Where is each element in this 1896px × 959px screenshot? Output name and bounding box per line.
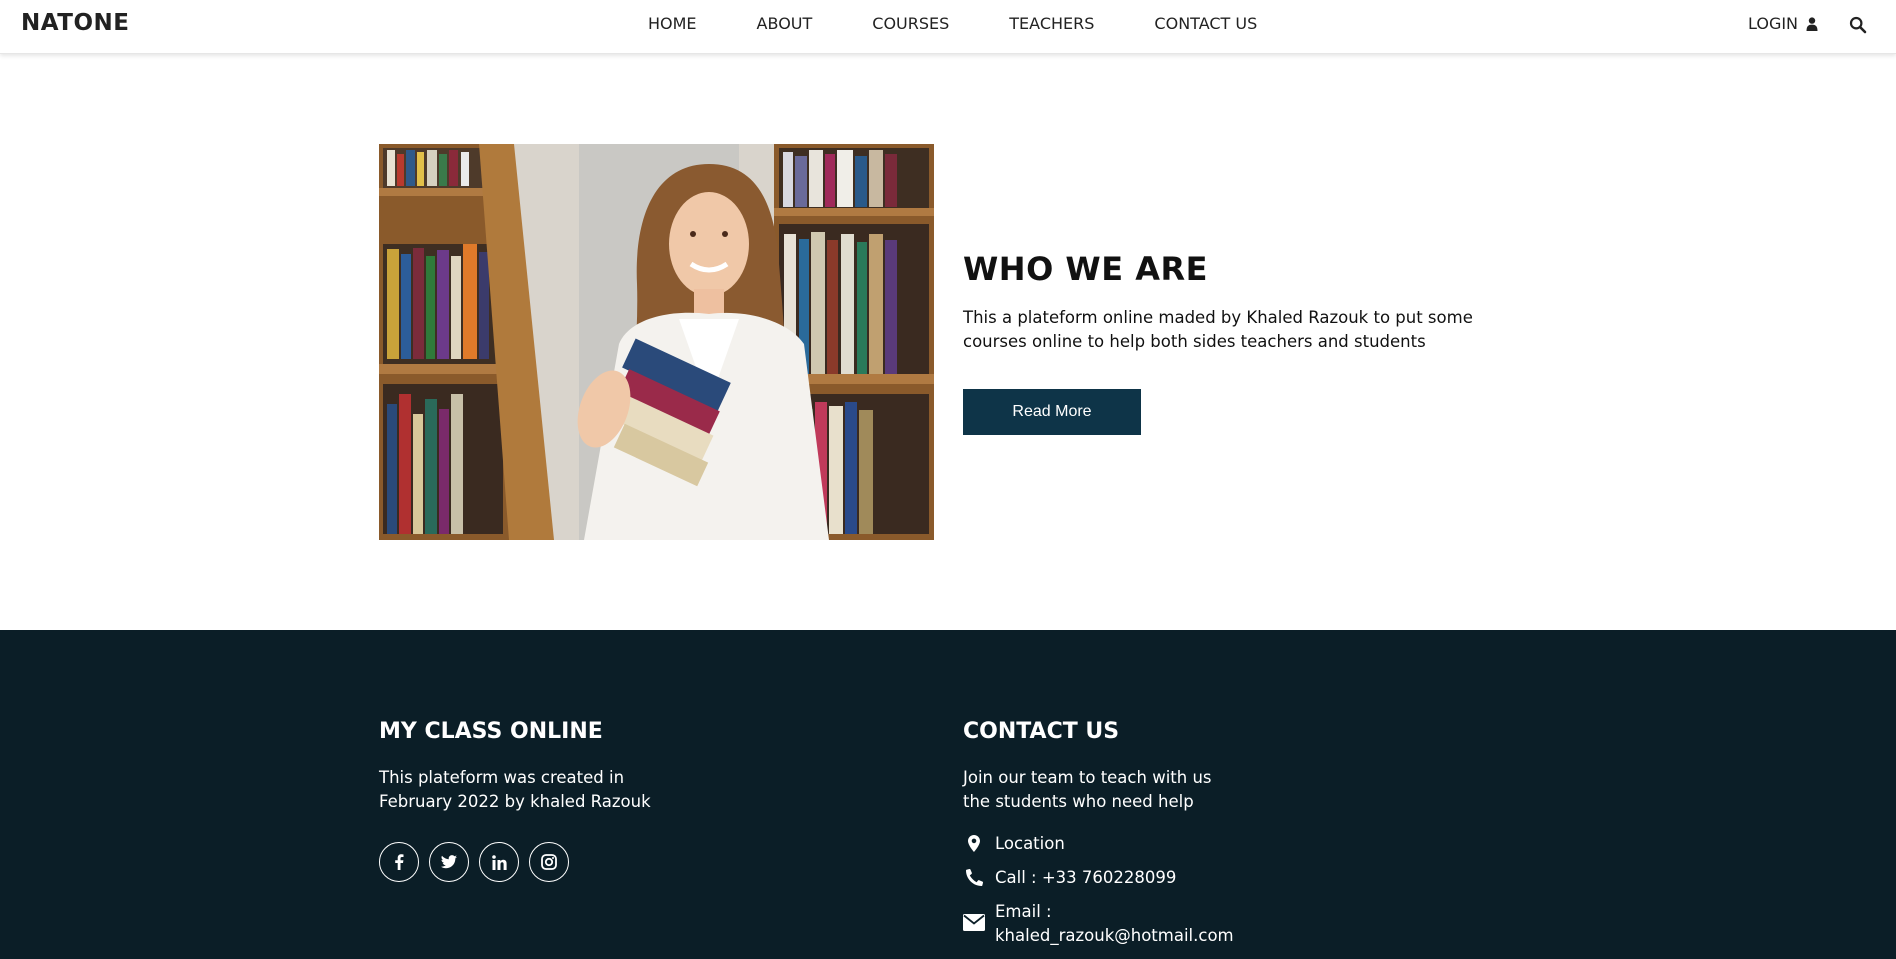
- main-nav: HOME ABOUT COURSES TEACHERS CONTACT US: [648, 14, 1317, 33]
- nav-courses[interactable]: COURSES: [872, 14, 949, 33]
- map-pin-icon: [963, 832, 985, 852]
- footer-right-title: CONTACT US: [963, 719, 1120, 744]
- nav-contact-us[interactable]: CONTACT US: [1154, 14, 1257, 33]
- facebook-icon[interactable]: [379, 842, 419, 882]
- read-more-button[interactable]: Read More: [963, 389, 1141, 435]
- about-image: [379, 144, 934, 540]
- user-icon: [1806, 16, 1818, 31]
- search-icon[interactable]: [1849, 16, 1867, 34]
- about-title: WHO WE ARE: [963, 250, 1208, 288]
- location-text: Location: [995, 834, 1065, 853]
- footer-left-text-line1: This plateform was created in: [379, 768, 625, 787]
- footer-left-text-line2: February 2022 by khaled Razouk: [379, 792, 651, 811]
- login-link[interactable]: LOGIN: [1748, 14, 1818, 33]
- envelope-icon: [963, 900, 985, 931]
- linkedin-icon[interactable]: [479, 842, 519, 882]
- email-block: Email : khaled_razouk@hotmail.com: [995, 900, 1234, 948]
- nav-teachers[interactable]: TEACHERS: [1009, 14, 1094, 33]
- site-logo[interactable]: NATONE: [21, 10, 129, 36]
- email-address[interactable]: khaled_razouk@hotmail.com: [995, 924, 1234, 948]
- nav-home[interactable]: HOME: [648, 14, 697, 33]
- top-navbar: NATONE HOME ABOUT COURSES TEACHERS CONTA…: [0, 0, 1896, 54]
- footer-right-text-line1: Join our team to teach with us: [963, 768, 1212, 787]
- phone-icon: [963, 866, 985, 886]
- social-links: [379, 842, 569, 882]
- contact-phone: Call : +33 760228099: [963, 866, 1176, 890]
- instagram-icon[interactable]: [529, 842, 569, 882]
- contact-email: Email : khaled_razouk@hotmail.com: [963, 900, 1234, 948]
- phone-text[interactable]: Call : +33 760228099: [995, 866, 1176, 890]
- email-label: Email :: [995, 902, 1052, 921]
- login-label: LOGIN: [1748, 14, 1799, 33]
- footer-right-text-line2: the students who need help: [963, 792, 1194, 811]
- site-footer: MY CLASS ONLINE This plateform was creat…: [0, 630, 1896, 959]
- footer-left-title: MY CLASS ONLINE: [379, 719, 603, 744]
- about-description: This a plateform online maded by Khaled …: [963, 308, 1473, 351]
- contact-location: Location: [963, 832, 1065, 856]
- nav-about[interactable]: ABOUT: [757, 14, 813, 33]
- twitter-icon[interactable]: [429, 842, 469, 882]
